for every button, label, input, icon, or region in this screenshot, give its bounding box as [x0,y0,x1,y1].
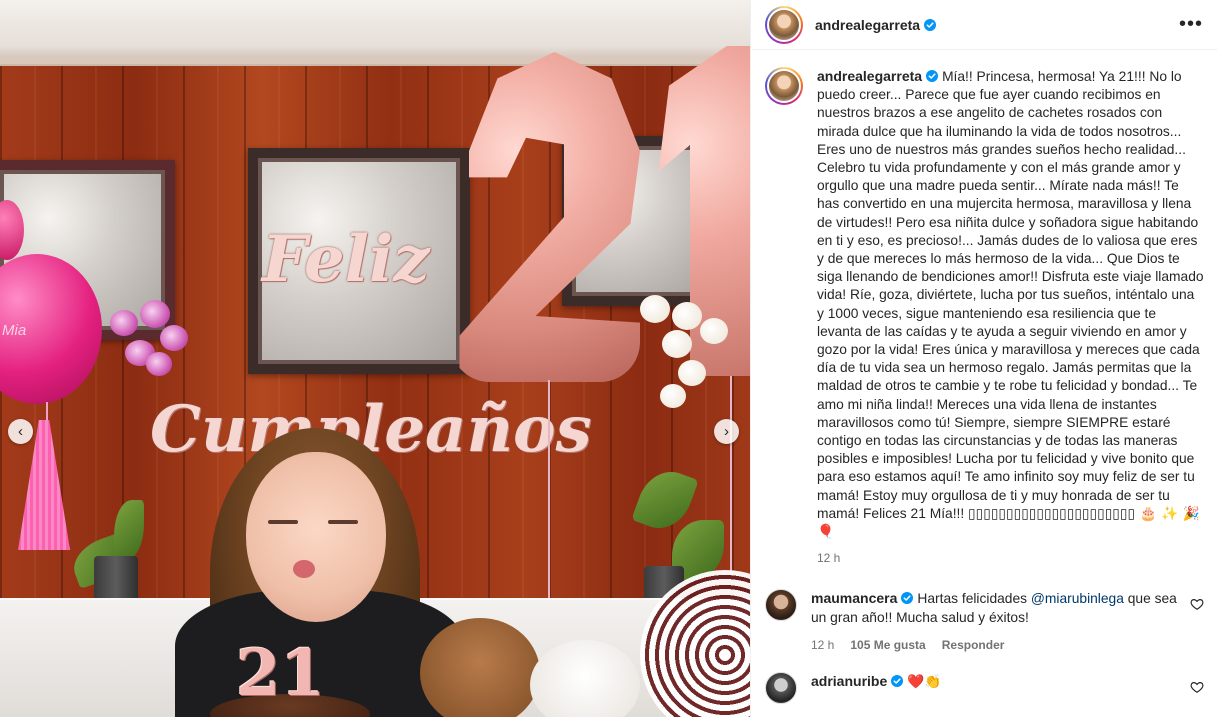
comment-meta: 12 h 105 Me gusta Responder [811,636,1181,654]
heart-icon[interactable] [1190,597,1204,611]
author-username[interactable]: andrealegarreta [815,17,920,33]
heart-icon[interactable] [1190,680,1204,694]
girl-face [246,452,386,622]
verified-icon [924,18,937,31]
commenter-avatar[interactable] [765,672,797,705]
author-avatar[interactable] [765,5,803,44]
comment-text: Hartas felicidades [917,591,1031,607]
chevron-left-icon: ‹ [18,423,23,440]
pink-balloon-text: Mia [2,322,27,339]
comment-likes[interactable]: 105 Me gusta [850,636,925,654]
verified-icon [901,592,914,605]
balloon-feliz: Feliz [262,222,430,297]
caption-text: Mía!! Princesa, hermosa! Ya 21!!! No lo … [817,69,1208,521]
caption: andrealegarreta Mía!! Princesa, hermosa! … [765,67,1204,567]
cake-topper: 21 [236,636,326,711]
mention-link[interactable]: @miarubinlega [1031,591,1124,606]
commenter-avatar[interactable] [765,589,797,622]
verified-icon [926,70,939,82]
comments-section: andrealegarreta Mía!! Princesa, hermosa! … [751,51,1217,717]
chevron-right-icon: › [724,423,729,440]
verified-icon [891,675,904,688]
plush-toy-brown [420,618,540,717]
lips [293,560,315,578]
post-sidebar: andrealegarreta ••• andrealegarreta Mía!!… [750,0,1217,717]
reply-button[interactable]: Responder [942,636,1005,654]
caption-timestamp[interactable]: 12 h [817,549,1204,567]
caption-username[interactable]: andrealegarreta [817,68,922,84]
post-header: andrealegarreta ••• [751,0,1217,50]
commenter-username[interactable]: maumancera [811,590,897,606]
more-options-icon[interactable]: ••• [1179,12,1203,36]
post-photo: Feliz Cumpleaños Mia 21 ‹ › [0,0,750,717]
comment: maumancera Hartas felicidades @miarubinle… [765,589,1204,654]
next-photo-button[interactable]: › [714,419,739,444]
comment: adrianuribe ❤️👏 [765,672,1204,705]
caption-avatar[interactable] [765,67,803,105]
commenter-username[interactable]: adrianuribe [811,673,887,689]
white-orchid-flower [640,295,670,323]
orchid-flower [110,310,138,336]
previous-photo-button[interactable]: ‹ [8,419,33,444]
comment-emojis: ❤️👏 [907,674,942,691]
comment-timestamp[interactable]: 12 h [811,636,834,654]
